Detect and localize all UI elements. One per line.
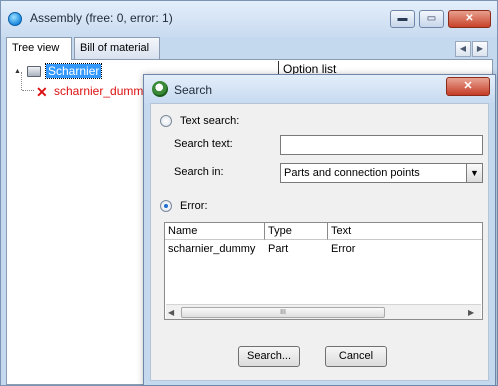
tree-connector-line: [21, 72, 22, 90]
horizontal-scrollbar[interactable]: ◀ III ▶: [166, 304, 481, 319]
column-header-type[interactable]: Type: [265, 223, 328, 240]
search-button[interactable]: Search...: [238, 346, 300, 367]
search-in-label: Search in:: [174, 166, 224, 178]
search-text-label: Search text:: [174, 138, 233, 150]
dialog-close-button[interactable]: ✕: [446, 77, 490, 96]
search-dialog: Search ✕ Text search: Search text: Searc…: [143, 74, 496, 386]
cancel-button[interactable]: Cancel: [325, 346, 387, 367]
app-icon: [8, 12, 22, 26]
tab-tree-view[interactable]: Tree view: [6, 37, 72, 60]
tab-scroll-left-icon[interactable]: ◀: [455, 41, 471, 57]
error-radio[interactable]: [160, 200, 172, 212]
close-button[interactable]: ✕: [448, 10, 491, 28]
window-title: Assembly (free: 0, error: 1): [30, 11, 173, 25]
error-label[interactable]: Error:: [180, 200, 208, 212]
tree-node-root[interactable]: Scharnier: [44, 63, 103, 79]
assembly-icon: [27, 66, 41, 77]
dialog-title: Search: [174, 83, 213, 97]
results-list: Name Type Text scharnier_dummy Part Erro…: [164, 222, 483, 320]
search-icon: [152, 81, 168, 97]
scrollbar-thumb[interactable]: III: [181, 307, 385, 318]
column-header-name[interactable]: Name: [165, 223, 265, 240]
text-search-label[interactable]: Text search:: [180, 115, 239, 127]
tab-bill-of-material[interactable]: Bill of material: [74, 37, 160, 59]
column-header-text[interactable]: Text: [328, 223, 482, 240]
result-cell-type[interactable]: Part: [265, 242, 288, 256]
tab-strip: Tree view Bill of material ◀ ▶: [6, 37, 492, 60]
tab-scroll-right-icon[interactable]: ▶: [472, 41, 488, 57]
result-cell-name[interactable]: scharnier_dummy: [165, 242, 255, 256]
minimize-button[interactable]: ▬: [390, 10, 415, 28]
search-in-select[interactable]: Parts and connection points: [280, 163, 483, 183]
tree-node-child[interactable]: scharnier_dummy: [54, 84, 149, 98]
error-part-icon: ✕: [36, 84, 48, 100]
tree-expand-icon[interactable]: ▲: [14, 68, 21, 75]
result-cell-text[interactable]: Error: [328, 242, 355, 256]
search-text-input[interactable]: [280, 135, 483, 155]
maximize-button[interactable]: ▭: [419, 10, 444, 28]
scroll-right-icon[interactable]: ▶: [468, 308, 474, 317]
chevron-down-icon[interactable]: ▼: [466, 164, 482, 182]
scroll-left-icon[interactable]: ◀: [168, 308, 174, 317]
tree-connector-line: [22, 90, 34, 91]
text-search-radio[interactable]: [160, 115, 172, 127]
